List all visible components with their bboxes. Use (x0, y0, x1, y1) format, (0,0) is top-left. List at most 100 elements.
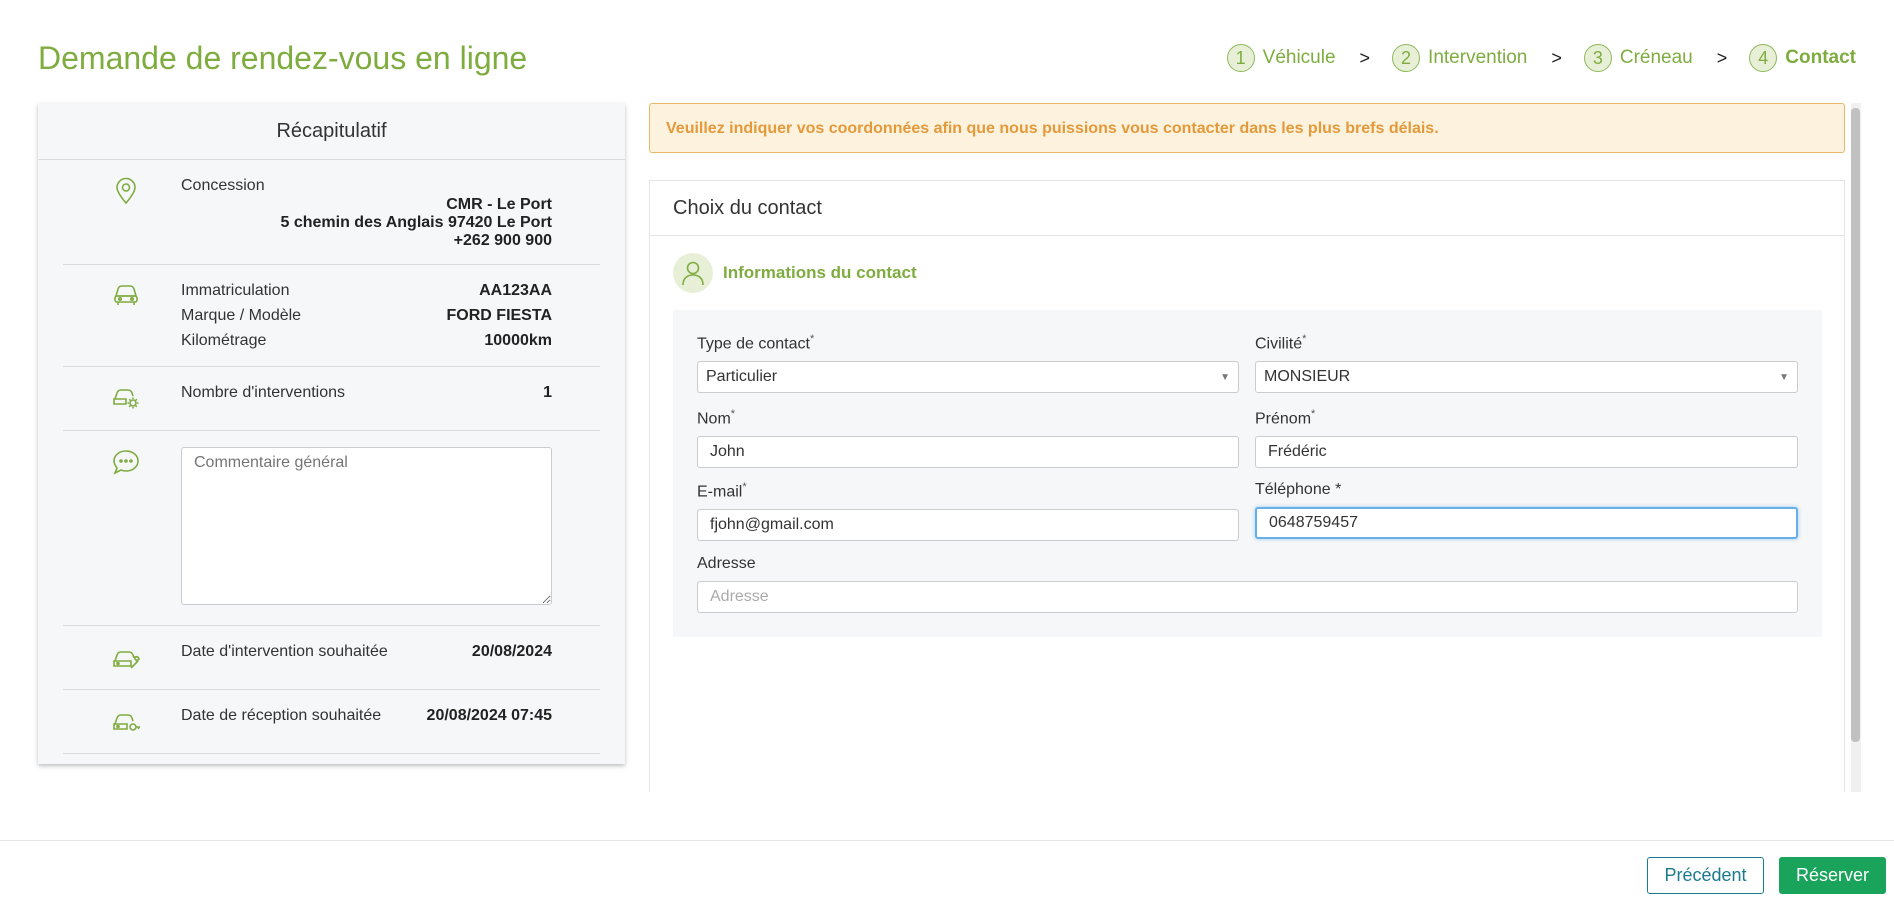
step-number: 2 (1392, 44, 1421, 72)
contact-section-header: Informations du contact (673, 253, 917, 293)
immat-label: Immatriculation (181, 282, 290, 299)
car-repair-icon (111, 642, 141, 672)
model-row: Marque / Modèle FORD FIESTA (181, 303, 552, 328)
email-label: E-mail* (697, 481, 1239, 501)
caret-down-icon: ▼ (1779, 371, 1789, 383)
date-intervention-row: Date d'intervention souhaitée 20/08/2024 (181, 639, 552, 664)
civilite-select[interactable]: MONSIEUR ▼ (1255, 361, 1798, 394)
step-label: Véhicule (1262, 47, 1336, 68)
step-number: 3 (1583, 44, 1612, 72)
concession-phone: +262 900 900 (453, 232, 552, 249)
contact-type-select[interactable]: Particulier ▼ (697, 361, 1239, 394)
contact-form: Type de contact* Particulier ▼ Civilité*… (673, 310, 1822, 637)
required-mark: * (809, 333, 815, 345)
book-button[interactable]: Réserver (1779, 857, 1886, 894)
car-key-icon (111, 706, 141, 736)
info-alert: Veuillez indiquer vos coordonnées afin q… (649, 103, 1845, 153)
date-reception-label: Date de réception souhaitée (181, 707, 382, 724)
contact-type-label: Type de contact* (697, 333, 1239, 353)
prenom-input[interactable]: Frédéric (1255, 436, 1798, 469)
recap-date-reception-section: Date de réception souhaitée 20/08/2024 07… (63, 690, 600, 754)
adresse-field: Adresse Adresse (697, 555, 1798, 613)
step-label: Intervention (1428, 47, 1528, 68)
date-intervention-value: 20/08/2024 (471, 643, 552, 660)
telephone-label: Téléphone * (1255, 481, 1342, 498)
date-intervention-label: Date d'intervention souhaitée (181, 643, 388, 660)
required-mark: * (1311, 408, 1316, 420)
step-contact[interactable]: 4 Contact (1749, 44, 1856, 72)
concession-name: CMR - Le Port (446, 196, 552, 213)
contact-type-field: Type de contact* Particulier ▼ (697, 333, 1239, 394)
nom-input[interactable]: John (697, 436, 1239, 469)
contact-panel: Choix du contact Informations du contact… (649, 180, 1845, 792)
step-intervention[interactable]: 2 Intervention (1392, 44, 1527, 72)
interventions-value: 1 (543, 384, 552, 401)
telephone-field: Téléphone * 0648759457 (1255, 481, 1798, 539)
email-label-text: E-mail (697, 483, 743, 501)
immat-row: Immatriculation AA123AA (181, 278, 552, 303)
step-number: 1 (1226, 44, 1255, 72)
step-separator: > (1359, 47, 1371, 68)
contact-section-title: Informations du contact (723, 263, 917, 282)
page-title: Demande de rendez-vous en ligne (38, 40, 528, 76)
model-value: FORD FIESTA (446, 307, 552, 324)
step-separator: > (1551, 47, 1562, 68)
concession-label: Concession (181, 177, 265, 194)
recap-vehicle-section: Immatriculation AA123AA Marque / Modèle FO… (63, 265, 600, 367)
chat-bubble-icon (111, 447, 141, 477)
step-label: Créneau (1619, 47, 1693, 68)
required-mark: * (1302, 333, 1307, 345)
caret-down-icon: ▼ (1220, 371, 1230, 383)
telephone-input[interactable]: 0648759457 (1255, 507, 1798, 539)
recap-date-intervention-section: Date d'intervention souhaitée 20/08/2024 (63, 626, 600, 690)
car-gear-icon (111, 382, 141, 412)
stepper: 1 Véhicule > 2 Intervention > 3 Créneau … (1226, 44, 1856, 72)
nom-field: Nom* John (697, 408, 1239, 469)
footer-bar (0, 840, 1894, 911)
adresse-label: Adresse (697, 555, 756, 572)
recap-comment-section (63, 431, 600, 626)
contact-type-value: Particulier (706, 368, 778, 386)
car-icon (111, 279, 141, 309)
step-label: Contact (1785, 47, 1856, 68)
model-label: Marque / Modèle (181, 307, 302, 324)
recap-panel: Récapitulatif Concession CMR - Le Port 5… (38, 103, 625, 764)
interventions-row: Nombre d'interventions 1 (181, 380, 552, 405)
contact-panel-title: Choix du contact (650, 181, 1844, 236)
previous-button[interactable]: Précédent (1647, 857, 1764, 894)
location-pin-icon (111, 176, 141, 206)
step-number: 4 (1749, 44, 1778, 72)
scrollbar-thumb[interactable] (1851, 108, 1860, 742)
civilite-field: Civilité* MONSIEUR ▼ (1255, 333, 1798, 394)
concession-address: 5 chemin des Anglais 97420 Le Port (280, 214, 552, 231)
prenom-field: Prénom* Frédéric (1255, 408, 1798, 469)
prenom-label-text: Prénom (1255, 410, 1312, 428)
km-label: Kilométrage (181, 332, 267, 349)
required-mark: * (730, 408, 736, 420)
nom-label-text: Nom (697, 410, 731, 428)
immat-value: AA123AA (479, 282, 552, 299)
civilite-label: Civilité* (1255, 333, 1798, 353)
date-reception-value: 20/08/2024 07:45 (426, 707, 552, 724)
recap-concession-section: Concession CMR - Le Port 5 chemin des An… (63, 160, 600, 265)
prenom-label: Prénom* (1255, 408, 1798, 428)
nom-label: Nom* (697, 408, 1239, 428)
user-icon (673, 253, 713, 293)
step-creneau[interactable]: 3 Créneau (1583, 44, 1693, 72)
civilite-value: MONSIEUR (1264, 368, 1351, 386)
recap-interventions-section: Nombre d'interventions 1 (63, 367, 600, 431)
recap-title: Récapitulatif (38, 103, 625, 160)
required-mark: * (742, 481, 747, 493)
step-separator: > (1716, 47, 1728, 68)
civilite-label-text: Civilité (1255, 335, 1303, 353)
interventions-label: Nombre d'interventions (181, 384, 346, 401)
adresse-input[interactable]: Adresse (697, 581, 1798, 613)
email-field: E-mail* fjohn@gmail.com (697, 481, 1239, 542)
contact-type-label-text: Type de contact (697, 335, 810, 353)
km-value: 10000km (484, 332, 552, 349)
date-reception-row: Date de réception souhaitée 20/08/2024 07… (181, 703, 552, 728)
km-row: Kilométrage 10000km (181, 328, 552, 353)
comment-textarea[interactable] (181, 447, 552, 605)
step-vehicule[interactable]: 1 Véhicule (1226, 44, 1336, 72)
email-input[interactable]: fjohn@gmail.com (697, 509, 1239, 542)
